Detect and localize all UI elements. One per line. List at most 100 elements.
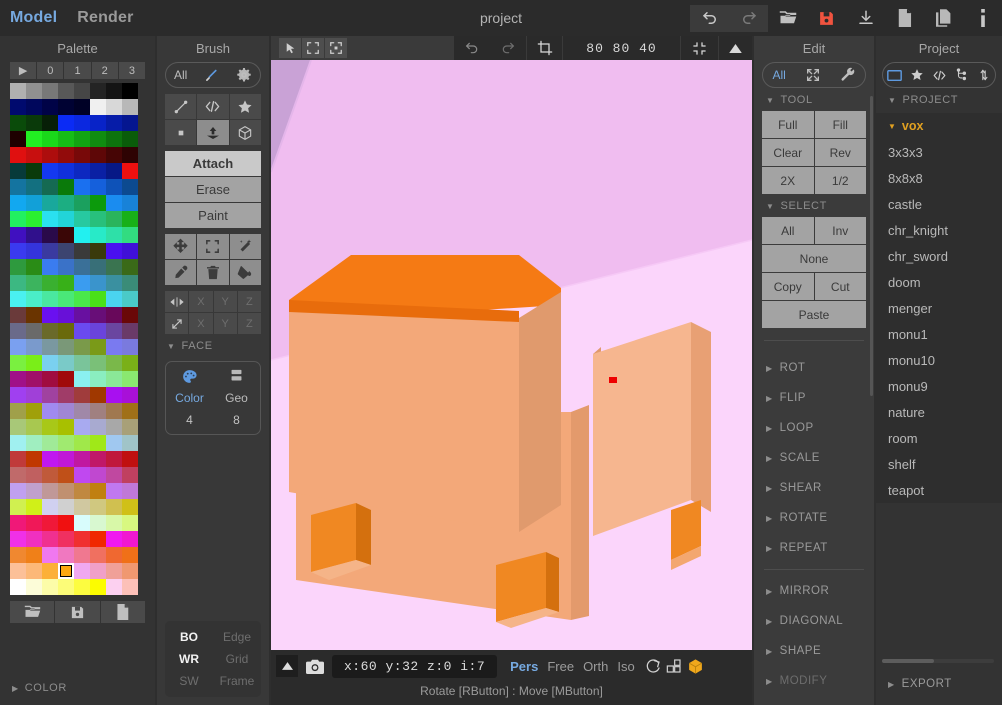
paint-bucket-icon[interactable] bbox=[229, 260, 261, 285]
palette-swatch[interactable] bbox=[122, 147, 138, 163]
palette-swatch[interactable] bbox=[106, 323, 122, 339]
palette-swatch[interactable] bbox=[122, 403, 138, 419]
palette-swatch[interactable] bbox=[122, 275, 138, 291]
fit-to-screen-icon[interactable] bbox=[680, 36, 718, 60]
project-list-item[interactable]: monu10 bbox=[876, 347, 1002, 373]
section-modify[interactable]: ▶ MODIFY bbox=[754, 666, 874, 696]
tool-half-button[interactable]: 1/2 bbox=[814, 167, 866, 194]
palette-swatch[interactable] bbox=[90, 275, 106, 291]
grid-select-icon[interactable] bbox=[325, 38, 347, 58]
palette-swatch[interactable] bbox=[58, 115, 74, 131]
palette-swatch[interactable] bbox=[58, 243, 74, 259]
eyedropper-icon[interactable] bbox=[165, 260, 197, 285]
palette-swatch[interactable] bbox=[122, 371, 138, 387]
palette-swatch[interactable] bbox=[122, 547, 138, 563]
diagonal-axis-z[interactable]: Z bbox=[237, 313, 261, 334]
toggle-grid[interactable]: Grid bbox=[213, 652, 261, 666]
palette-swatch[interactable] bbox=[90, 83, 106, 99]
export-section-header[interactable]: ▶ EXPORT bbox=[876, 669, 952, 699]
palette-swatch[interactable] bbox=[42, 531, 58, 547]
palette-swatch[interactable] bbox=[26, 435, 42, 451]
palette-swatch[interactable] bbox=[58, 291, 74, 307]
palette-swatch[interactable] bbox=[10, 355, 26, 371]
cursor-arrow-icon[interactable] bbox=[279, 38, 301, 58]
model-size-field[interactable]: 80 80 40 bbox=[586, 41, 656, 56]
palette-swatch[interactable] bbox=[106, 531, 122, 547]
toggle-bo[interactable]: BO bbox=[165, 630, 213, 644]
palette-swatch[interactable] bbox=[10, 115, 26, 131]
palette-swatch[interactable] bbox=[90, 307, 106, 323]
palette-swatch[interactable] bbox=[26, 259, 42, 275]
palette-swatch[interactable] bbox=[74, 451, 90, 467]
palette-swatch[interactable] bbox=[42, 131, 58, 147]
palette-tab-1[interactable]: 0 bbox=[37, 62, 64, 79]
palette-swatch[interactable] bbox=[10, 163, 26, 179]
palette-swatch[interactable] bbox=[10, 483, 26, 499]
palette-swatch[interactable] bbox=[90, 403, 106, 419]
palette-swatch[interactable] bbox=[74, 163, 90, 179]
palette-swatch[interactable] bbox=[58, 515, 74, 531]
palette-swatch[interactable] bbox=[106, 115, 122, 131]
palette-swatch[interactable] bbox=[90, 531, 106, 547]
palette-swatch[interactable] bbox=[42, 387, 58, 403]
palette-swatch[interactable] bbox=[58, 435, 74, 451]
palette-swatch[interactable] bbox=[58, 307, 74, 323]
section-flip[interactable]: ▶ FLIP bbox=[754, 383, 874, 413]
palette-swatch[interactable] bbox=[26, 99, 42, 115]
face-color-value[interactable]: 4 bbox=[166, 405, 213, 427]
orbit-reset-icon[interactable] bbox=[645, 658, 661, 674]
palette-swatch[interactable] bbox=[10, 515, 26, 531]
project-root-item[interactable]: ▼ vox bbox=[876, 113, 1002, 139]
palette-swatch[interactable] bbox=[74, 275, 90, 291]
palette-swatch[interactable] bbox=[10, 243, 26, 259]
palette-swatch[interactable] bbox=[106, 195, 122, 211]
select-none-button[interactable]: None bbox=[762, 245, 866, 272]
palette-swatch[interactable] bbox=[26, 451, 42, 467]
palette-swatch[interactable] bbox=[122, 467, 138, 483]
projection-free[interactable]: Free bbox=[545, 659, 576, 674]
palette-swatch[interactable] bbox=[106, 547, 122, 563]
palette-swatch[interactable] bbox=[122, 515, 138, 531]
palette-swatch[interactable] bbox=[26, 339, 42, 355]
palette-swatch[interactable] bbox=[74, 243, 90, 259]
triangle-up-icon[interactable] bbox=[718, 36, 752, 60]
palette-swatch[interactable] bbox=[74, 403, 90, 419]
palette-swatch[interactable] bbox=[122, 211, 138, 227]
toggle-wr[interactable]: WR bbox=[165, 652, 213, 666]
new-file-button[interactable] bbox=[885, 5, 924, 32]
line-icon[interactable] bbox=[165, 94, 197, 119]
selection-brackets-icon[interactable] bbox=[197, 234, 229, 259]
project-file-list[interactable]: ▼ vox 3x3x3 8x8x8 castle chr_knight chr_swor… bbox=[876, 113, 1002, 503]
palette-swatch[interactable] bbox=[90, 499, 106, 515]
toggle-sw[interactable]: SW bbox=[165, 674, 213, 688]
palette-swatch[interactable] bbox=[122, 307, 138, 323]
section-scale[interactable]: ▶ SCALE bbox=[754, 443, 874, 473]
cut-button[interactable]: Cut bbox=[814, 273, 866, 300]
palette-swatch[interactable] bbox=[90, 435, 106, 451]
palette-swatch[interactable] bbox=[26, 563, 42, 579]
toggle-frame[interactable]: Frame bbox=[213, 674, 261, 688]
palette-swatch[interactable] bbox=[106, 403, 122, 419]
project-list-item[interactable]: monu9 bbox=[876, 373, 1002, 399]
render-cube-icon[interactable] bbox=[687, 658, 704, 675]
palette-swatch[interactable] bbox=[42, 307, 58, 323]
project-section-header[interactable]: ▼ PROJECT bbox=[876, 88, 1002, 111]
palette-swatch[interactable] bbox=[74, 563, 90, 579]
palette-swatch[interactable] bbox=[90, 563, 106, 579]
palette-swatch[interactable] bbox=[74, 355, 90, 371]
palette-swatch[interactable] bbox=[74, 371, 90, 387]
project-list-item[interactable]: teapot bbox=[876, 477, 1002, 503]
paste-button[interactable]: Paste bbox=[762, 301, 866, 328]
palette-swatch[interactable] bbox=[58, 419, 74, 435]
palette-swatch[interactable] bbox=[58, 339, 74, 355]
palette-swatch[interactable] bbox=[106, 83, 122, 99]
mirror-axis-x[interactable]: X bbox=[189, 291, 213, 312]
star-icon[interactable] bbox=[910, 68, 924, 82]
palette-swatch[interactable] bbox=[26, 499, 42, 515]
paintbrush-icon[interactable] bbox=[203, 67, 220, 84]
edit-scrollbar[interactable] bbox=[870, 96, 873, 396]
info-button[interactable] bbox=[963, 5, 1002, 32]
palette-swatch[interactable] bbox=[10, 83, 26, 99]
palette-swatch[interactable] bbox=[90, 291, 106, 307]
palette-swatch[interactable] bbox=[90, 451, 106, 467]
